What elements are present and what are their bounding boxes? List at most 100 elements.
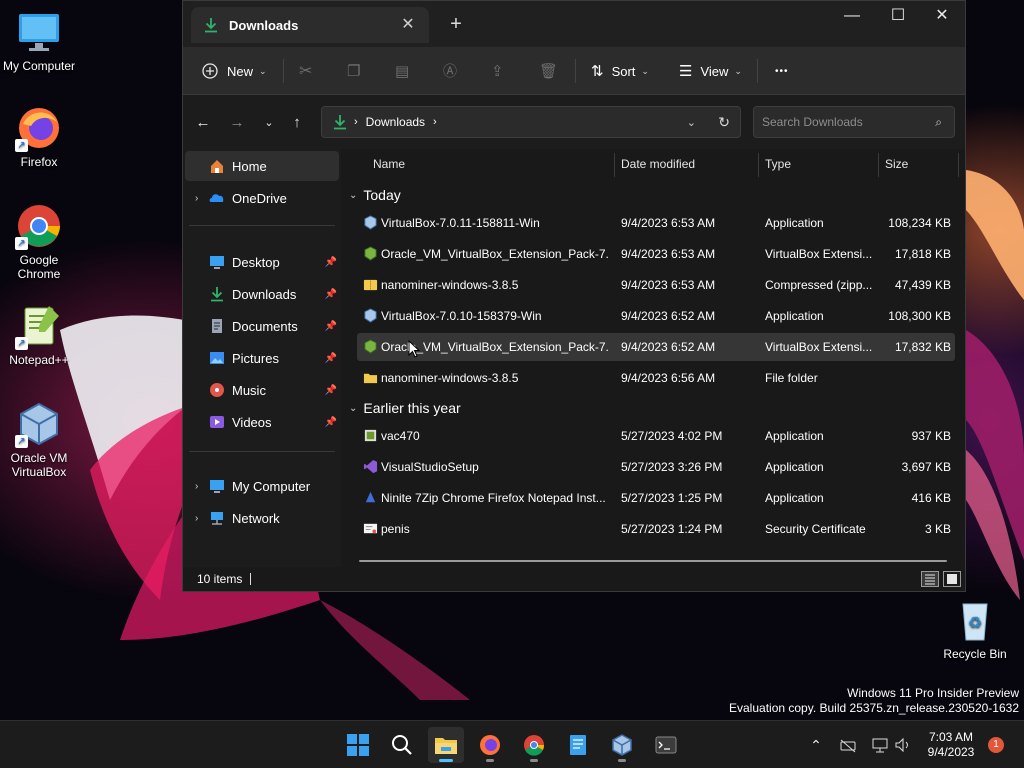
sidebar-item-documents[interactable]: Documents 📌 — [185, 311, 339, 341]
tab-downloads[interactable]: Downloads ✕ — [191, 7, 429, 43]
pin-icon[interactable]: 📌 — [325, 353, 337, 364]
group-header-today[interactable]: ⌄ Today — [349, 183, 401, 207]
taskbar-firefox[interactable] — [472, 727, 508, 763]
search-icon[interactable]: ⌕ — [935, 115, 942, 130]
file-row[interactable]: Oracle_VM_VirtualBox_Extension_Pack-7...… — [357, 240, 955, 268]
copy-button[interactable]: ❐ — [347, 55, 360, 87]
maximize-button[interactable]: ☐ — [875, 1, 921, 33]
certificate-icon — [363, 523, 378, 534]
sidebar-item-pictures[interactable]: Pictures 📌 — [185, 343, 339, 373]
sidebar-item-videos[interactable]: Videos 📌 — [185, 407, 339, 437]
start-button[interactable] — [340, 727, 376, 763]
pin-icon[interactable]: 📌 — [325, 385, 337, 396]
view-button[interactable]: ☰ View ⌄ — [679, 55, 742, 87]
pin-icon[interactable]: 📌 — [325, 417, 337, 428]
desktop-icon-notepadpp[interactable]: ↗ Notepad++ — [0, 302, 78, 367]
more-options-button[interactable]: ••• — [775, 55, 789, 87]
sidebar-item-label: Music — [232, 382, 266, 398]
column-divider[interactable] — [958, 153, 959, 177]
desktop-icon-virtualbox[interactable]: ↗ Oracle VM VirtualBox — [0, 400, 78, 479]
file-row[interactable]: VirtualBox-7.0.11-158811-Win 9/4/2023 6:… — [357, 209, 955, 237]
group-label: Today — [363, 187, 401, 203]
column-divider[interactable] — [614, 153, 615, 177]
file-row[interactable]: vac470 5/27/2023 4:02 PM Application 937… — [357, 422, 955, 450]
chevron-right-icon[interactable]: › — [195, 193, 209, 204]
chevron-right-icon[interactable]: › — [195, 513, 209, 524]
address-bar[interactable]: › Downloads › ⌄ ↻ — [321, 106, 741, 138]
desktop-icon-recycle-bin[interactable]: ♻ Recycle Bin — [936, 596, 1014, 661]
delete-button[interactable]: 🗑 — [539, 55, 558, 87]
sidebar-item-downloads[interactable]: Downloads 📌 — [185, 279, 339, 309]
details-view-button[interactable] — [921, 571, 939, 587]
horizontal-scrollbar[interactable] — [359, 560, 947, 562]
close-button[interactable]: ✕ — [919, 1, 965, 33]
refresh-icon[interactable]: ↻ — [718, 114, 730, 131]
new-button[interactable]: New ⌄ — [201, 55, 267, 87]
file-row[interactable]: VirtualBox-7.0.10-158379-Win 9/4/2023 6:… — [357, 302, 955, 330]
column-divider[interactable] — [758, 153, 759, 177]
column-header-name[interactable]: Name — [373, 153, 405, 175]
sidebar-item-music[interactable]: Music 📌 — [185, 375, 339, 405]
status-divider — [250, 573, 252, 585]
desktop-icon-my-computer[interactable]: My Computer — [0, 8, 78, 73]
notepad-icon — [570, 735, 586, 755]
recent-locations-button[interactable]: ⌄ — [257, 111, 281, 135]
address-dropdown-icon[interactable]: ⌄ — [687, 116, 696, 129]
show-hidden-icons-button[interactable]: ⌃ — [806, 735, 826, 755]
tiles-view-button[interactable] — [943, 571, 961, 587]
paste-button[interactable]: ▤ — [395, 55, 409, 87]
network-disconnected-icon[interactable] — [838, 735, 858, 755]
back-button[interactable]: ← — [191, 111, 215, 135]
file-row[interactable]: nanominer-windows-3.8.5 9/4/2023 6:56 AM… — [357, 364, 955, 392]
pin-icon[interactable]: 📌 — [325, 289, 337, 300]
search-box[interactable]: ⌕ — [753, 106, 955, 138]
forward-button[interactable]: → — [225, 111, 249, 135]
notification-badge[interactable]: 1 — [988, 737, 1004, 753]
sidebar-item-label: Network — [232, 510, 280, 526]
extension-pack-icon — [364, 339, 377, 354]
clock[interactable]: 7:03 AM 9/4/2023 — [916, 730, 986, 760]
sort-button[interactable]: ⇅ Sort ⌄ — [591, 55, 649, 87]
desktop-icon-firefox[interactable]: ↗ Firefox — [0, 104, 78, 169]
taskbar-terminal[interactable] — [648, 727, 684, 763]
file-size: 108,300 KB — [888, 309, 951, 323]
chevron-right-icon[interactable]: › — [195, 481, 209, 492]
file-row-selected[interactable]: Oracle_VM_VirtualBox_Extension_Pack-7...… — [357, 333, 955, 361]
share-icon: ⇪ — [491, 63, 504, 80]
running-indicator — [618, 759, 626, 762]
pin-icon[interactable]: 📌 — [325, 321, 337, 332]
close-tab-icon[interactable]: ✕ — [397, 14, 419, 36]
column-header-type[interactable]: Type — [765, 153, 791, 175]
sidebar-item-my-computer[interactable]: › My Computer — [185, 471, 339, 501]
cut-button[interactable]: ✂ — [299, 55, 312, 87]
file-row[interactable]: penis 5/27/2023 1:24 PM Security Certifi… — [357, 515, 955, 543]
pin-icon[interactable]: 📌 — [325, 257, 337, 268]
sidebar-item-desktop[interactable]: Desktop 📌 — [185, 247, 339, 277]
taskbar-virtualbox[interactable] — [604, 727, 640, 763]
file-row[interactable]: VisualStudioSetup 5/27/2023 3:26 PM Appl… — [357, 453, 955, 481]
file-row[interactable]: Ninite 7Zip Chrome Firefox Notepad Inst.… — [357, 484, 955, 512]
share-button[interactable]: ⇪ — [491, 55, 504, 87]
new-tab-button[interactable]: + — [445, 13, 467, 35]
search-input[interactable] — [762, 115, 922, 129]
sidebar-item-home[interactable]: Home — [185, 151, 339, 181]
volume-icon[interactable] — [892, 735, 912, 755]
taskbar-notepad[interactable] — [560, 727, 596, 763]
breadcrumb-downloads[interactable]: Downloads — [366, 115, 425, 129]
scissors-icon: ✂ — [299, 63, 313, 80]
minimize-button[interactable]: — — [829, 1, 875, 33]
desktop-icon-chrome[interactable]: ↗ Google Chrome — [0, 202, 78, 281]
column-header-size[interactable]: Size — [885, 153, 908, 175]
network-icon[interactable] — [870, 735, 890, 755]
sidebar-item-onedrive[interactable]: › OneDrive — [185, 183, 339, 213]
up-button[interactable]: ↑ — [285, 111, 309, 135]
search-button[interactable] — [384, 727, 420, 763]
taskbar-chrome[interactable] — [516, 727, 552, 763]
file-row[interactable]: nanominer-windows-3.8.5 9/4/2023 6:53 AM… — [357, 271, 955, 299]
rename-button[interactable]: Ⓐ — [443, 55, 457, 87]
sidebar-item-network[interactable]: › Network — [185, 503, 339, 533]
column-divider[interactable] — [878, 153, 879, 177]
taskbar-file-explorer[interactable] — [428, 727, 464, 763]
group-header-earlier[interactable]: ⌄ Earlier this year — [349, 396, 461, 420]
column-header-date[interactable]: Date modified — [621, 153, 695, 175]
